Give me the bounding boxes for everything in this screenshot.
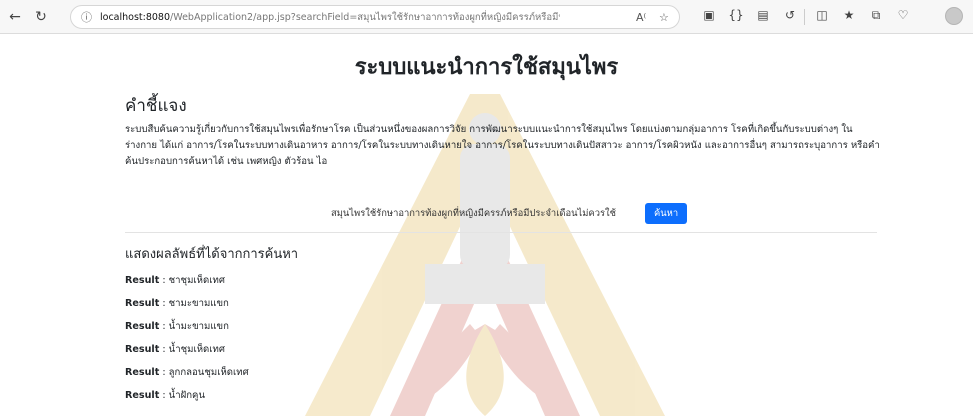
result-label: Result	[125, 275, 160, 286]
result-label: Result	[125, 321, 160, 332]
result-label: Result	[125, 367, 160, 378]
section-divider	[125, 232, 877, 233]
results-heading: แสดงผลลัพธ์ที่ได้จากการค้นหา	[125, 247, 299, 262]
result-label: Result	[125, 344, 160, 355]
watermark-pedestal	[425, 264, 545, 304]
result-value: : ชาชุมเห็ดเทศ	[162, 275, 225, 286]
result-value: : น้ำชุมเห็ดเทศ	[162, 344, 225, 355]
watermark-leaves-center	[466, 324, 504, 416]
browser-essentials-icon[interactable]: ♡	[894, 8, 912, 22]
result-item: Result : ชามะขามแขก	[125, 292, 249, 315]
result-item: Result : น้ำชุมเห็ดเทศ	[125, 338, 249, 361]
json-viewer-icon[interactable]: {}	[727, 8, 745, 22]
result-value: : น้ำฝักคูน	[162, 390, 206, 401]
collections-icon[interactable]: ⧉	[867, 8, 885, 23]
search-form: ค้นหา	[325, 202, 688, 224]
search-button[interactable]: ค้นหา	[645, 202, 688, 224]
result-value: : ลูกกลอนชุมเห็ดเทศ	[162, 367, 249, 378]
result-label: Result	[125, 298, 160, 309]
toolbar-divider	[804, 9, 805, 25]
browser-toolbar: ← ↻ ⓘ localhost:8080/WebApplication2/app…	[0, 0, 973, 34]
result-value: : ชามะขามแขก	[162, 298, 229, 309]
split-screen-icon[interactable]: ◫	[813, 8, 831, 22]
instructions-heading: คำชี้แจง	[125, 96, 187, 116]
result-item: Result : น้ำมะขามแขก	[125, 315, 249, 338]
url-text: localhost:8080/WebApplication2/app.jsp?s…	[100, 10, 560, 25]
favorite-star-icon[interactable]: ☆	[659, 11, 669, 24]
profile-avatar[interactable]	[945, 7, 963, 25]
favorites-icon[interactable]: ★	[840, 8, 858, 22]
result-label: Result	[125, 390, 160, 401]
watermark-bar-left	[430, 324, 475, 370]
url-path: /WebApplication2/app.jsp?searchField=สมุ…	[170, 11, 560, 23]
watermark-inner-triangle	[390, 209, 580, 416]
instructions-text: ระบบสืบค้นความรู้เกี่ยวกับการใช้สมุนไพรเ…	[125, 124, 880, 167]
site-info-icon[interactable]: ⓘ	[81, 9, 92, 25]
back-icon[interactable]: ←	[4, 6, 26, 28]
watermark-leaves-right	[485, 324, 575, 416]
extension-icon[interactable]: ▣	[700, 8, 718, 22]
page-title: ระบบแนะนำการใช้สมุนไพร	[354, 55, 619, 80]
result-item: Result : น้ำฝักคูน	[125, 384, 249, 407]
refresh-icon[interactable]: ↻	[30, 6, 52, 28]
page-content: ระบบแนะนำการใช้สมุนไพร คำชี้แจง ระบบสืบค…	[0, 34, 973, 416]
read-aloud-icon[interactable]: A⁽	[636, 11, 646, 24]
result-list: Result : ชาชุมเห็ดเทศ Result : ชามะขามแข…	[125, 269, 249, 407]
watermark-bar-right	[495, 324, 540, 370]
result-value: : น้ำมะขามแขก	[162, 321, 229, 332]
result-item: Result : ชาชุมเห็ดเทศ	[125, 269, 249, 292]
address-bar[interactable]: ⓘ localhost:8080/WebApplication2/app.jsp…	[70, 5, 680, 29]
copilot-icon[interactable]: ↺	[781, 8, 799, 22]
reader-icon[interactable]: ▤	[754, 8, 772, 22]
result-item: Result : ลูกกลอนชุมเห็ดเทศ	[125, 361, 249, 384]
watermark-leaves-left	[395, 324, 485, 416]
url-host: localhost:8080	[100, 11, 171, 23]
search-input[interactable]	[325, 202, 640, 224]
